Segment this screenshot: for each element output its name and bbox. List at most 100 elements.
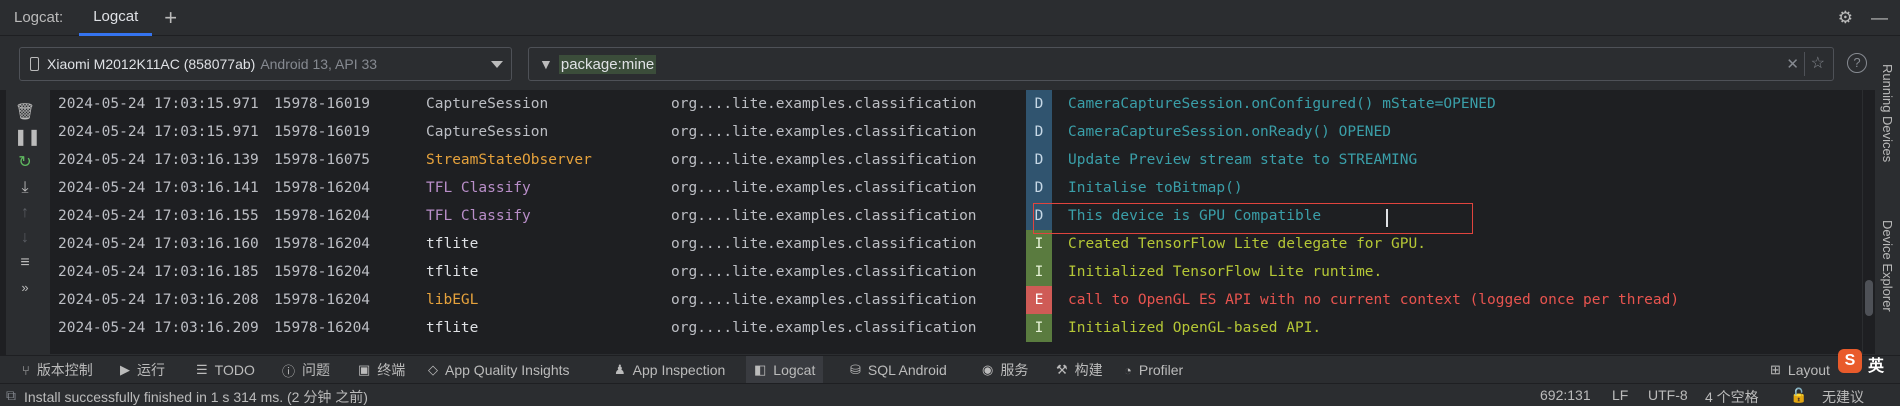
tool-window-list[interactable]: ☰ TODO [196, 356, 255, 384]
log-row[interactable]: 2024-05-24 17:03:16.209 15978-16204 tflite… [50, 314, 1862, 342]
tool-window-warning[interactable]: ⓘ 问题 [282, 356, 330, 384]
tool-window-inspect[interactable]: ♟ App Inspection [614, 356, 725, 384]
tool-window-branch[interactable]: ⑂ 版本控制 [22, 356, 93, 384]
log-pid: 15978-16019 [274, 96, 371, 112]
tool-window-terminal[interactable]: ▣ 终端 [358, 356, 405, 384]
device-api: Android 13, API 33 [260, 56, 378, 72]
log-package: org....lite.examples.classification [671, 180, 977, 196]
tab-logcat[interactable]: Logcat [79, 0, 153, 36]
log-tag: tflite [426, 320, 479, 336]
right-sidebar: Running Devices Device Explorer [1876, 50, 1900, 355]
logcat-icon: ◧ [754, 362, 767, 377]
tool-window-label: App Quality Insights [445, 362, 570, 378]
ime-badge[interactable]: S [1838, 349, 1862, 373]
tool-window-label: App Inspection [632, 362, 726, 378]
indent-setting[interactable]: 4 个空格 [1705, 387, 1759, 406]
log-row[interactable]: 2024-05-24 17:03:16.185 15978-16204 tflite… [50, 258, 1862, 286]
log-tag: TFL Classify [426, 180, 531, 196]
log-tag: libEGL [426, 292, 479, 308]
tool-window-label: 服务 [1000, 362, 1029, 378]
star-icon[interactable]: ☆ [1811, 53, 1825, 73]
status-message[interactable]: Install successfully finished in 1 s 314… [24, 387, 368, 406]
layout-icon: ⊞ [1770, 362, 1781, 377]
log-level-badge: I [1026, 258, 1052, 286]
tool-window-logcat[interactable]: ◧ Logcat [746, 356, 824, 384]
log-row[interactable]: 2024-05-24 17:03:16.155 15978-16204 TFL Cl… [50, 202, 1862, 230]
log-pid: 15978-16204 [274, 264, 371, 280]
layout-inspector-button[interactable]: ⊞ Layout [1770, 356, 1830, 384]
filter-input[interactable]: ▼ package:mine ✕ ☆ [528, 47, 1834, 81]
log-row[interactable]: 2024-05-24 17:03:15.971 15978-16019 Captur… [50, 90, 1862, 118]
clear-icon[interactable]: ✕ [1786, 55, 1799, 73]
pause-icon[interactable]: ❚❚ [14, 127, 41, 149]
services-icon: ◉ [982, 362, 994, 377]
log-package: org....lite.examples.classification [671, 320, 977, 336]
tool-window-diamond[interactable]: ◇ App Quality Insights [428, 356, 570, 384]
sidebar-item-device-explorer[interactable]: Device Explorer [1880, 220, 1895, 312]
log-timestamp: 2024-05-24 17:03:16.208 [58, 292, 259, 308]
more-icon[interactable]: » [14, 277, 36, 299]
sidebar-item-running-devices[interactable]: Running Devices [1880, 64, 1895, 162]
scroll-to-end-icon[interactable]: ⤓ [14, 177, 36, 199]
ime-mode[interactable]: 英 [1868, 352, 1884, 376]
text-cursor [1386, 209, 1388, 227]
suggestion-status[interactable]: 无建议 [1822, 387, 1864, 406]
minimize-icon[interactable]: — [1871, 8, 1888, 28]
log-row[interactable]: 2024-05-24 17:03:16.160 15978-16204 tflite… [50, 230, 1862, 258]
log-row[interactable]: 2024-05-24 17:03:16.139 15978-16075 Stream… [50, 146, 1862, 174]
status-icon: ⧉ [6, 387, 16, 403]
lock-icon[interactable]: 🔓 [1790, 387, 1807, 404]
branch-icon: ⑂ [22, 362, 30, 378]
tool-window-run[interactable]: ▶ 运行 [120, 356, 165, 384]
log-package: org....lite.examples.classification [671, 124, 977, 140]
device-select[interactable]: Xiaomi M2012K11AC (858077ab) Android 13,… [19, 47, 512, 81]
down-arrow-icon[interactable]: ↓ [14, 227, 36, 249]
log-level-badge: I [1026, 314, 1052, 342]
tool-window-database[interactable]: ⛁ SQL Android [850, 356, 947, 384]
restart-icon[interactable]: ↻ [14, 152, 36, 174]
filter-query[interactable]: package:mine [558, 54, 657, 74]
log-message: CameraCaptureSession.onReady() OPENED [1068, 124, 1392, 140]
log-tag: StreamStateObserver [426, 152, 592, 168]
log-view[interactable]: 2024-05-24 17:03:15.971 15978-16019 Captur… [50, 90, 1862, 354]
gear-icon[interactable]: ⚙ [1838, 8, 1853, 28]
tool-window-gauge[interactable]: ◔ Profiler [1124, 356, 1183, 384]
selection-highlight [1033, 203, 1473, 234]
log-pid: 15978-16204 [274, 236, 371, 252]
soft-wrap-icon[interactable]: ≡ [14, 252, 36, 274]
log-package: org....lite.examples.classification [671, 208, 977, 224]
log-timestamp: 2024-05-24 17:03:16.141 [58, 180, 259, 196]
scroll-thumb[interactable] [1865, 280, 1873, 316]
log-pid: 15978-16075 [274, 152, 371, 168]
log-message: CameraCaptureSession.onConfigured() mSta… [1068, 96, 1496, 112]
warning-icon: ⓘ [282, 363, 296, 379]
line-separator[interactable]: LF [1612, 387, 1628, 403]
log-tag: CaptureSession [426, 96, 549, 112]
log-row[interactable]: 2024-05-24 17:03:16.208 15978-16204 libEGL… [50, 286, 1862, 314]
log-message: Initialized TensorFlow Lite runtime. [1068, 264, 1383, 280]
log-tag: CaptureSession [426, 124, 549, 140]
tool-window-label: 问题 [302, 362, 331, 378]
tool-window-hammer[interactable]: ⚒ 构建 [1056, 356, 1103, 384]
help-icon[interactable]: ? [1847, 53, 1867, 73]
caret-position[interactable]: 692:131 [1540, 387, 1591, 403]
filter-row: Xiaomi M2012K11AC (858077ab) Android 13,… [0, 44, 1900, 81]
log-package: org....lite.examples.classification [671, 264, 977, 280]
filter-icon[interactable]: ▼ [539, 56, 553, 72]
log-pid: 15978-16019 [274, 124, 371, 140]
file-encoding[interactable]: UTF-8 [1648, 387, 1688, 403]
up-arrow-icon[interactable]: ↑ [14, 202, 36, 224]
tool-window-services[interactable]: ◉ 服务 [982, 356, 1028, 384]
log-level-badge: I [1026, 230, 1052, 258]
log-row[interactable]: 2024-05-24 17:03:15.971 15978-16019 Captur… [50, 118, 1862, 146]
log-scrollbar[interactable] [1863, 90, 1875, 354]
log-package: org....lite.examples.classification [671, 236, 977, 252]
log-timestamp: 2024-05-24 17:03:16.185 [58, 264, 259, 280]
plus-icon[interactable]: + [164, 6, 177, 29]
tool-window-label: Logcat [773, 362, 816, 378]
trash-icon[interactable]: 🗑 [14, 102, 36, 124]
log-level-badge: D [1026, 146, 1052, 174]
log-timestamp: 2024-05-24 17:03:16.160 [58, 236, 259, 252]
separator [1804, 52, 1805, 76]
log-row[interactable]: 2024-05-24 17:03:16.141 15978-16204 TFL Cl… [50, 174, 1862, 202]
